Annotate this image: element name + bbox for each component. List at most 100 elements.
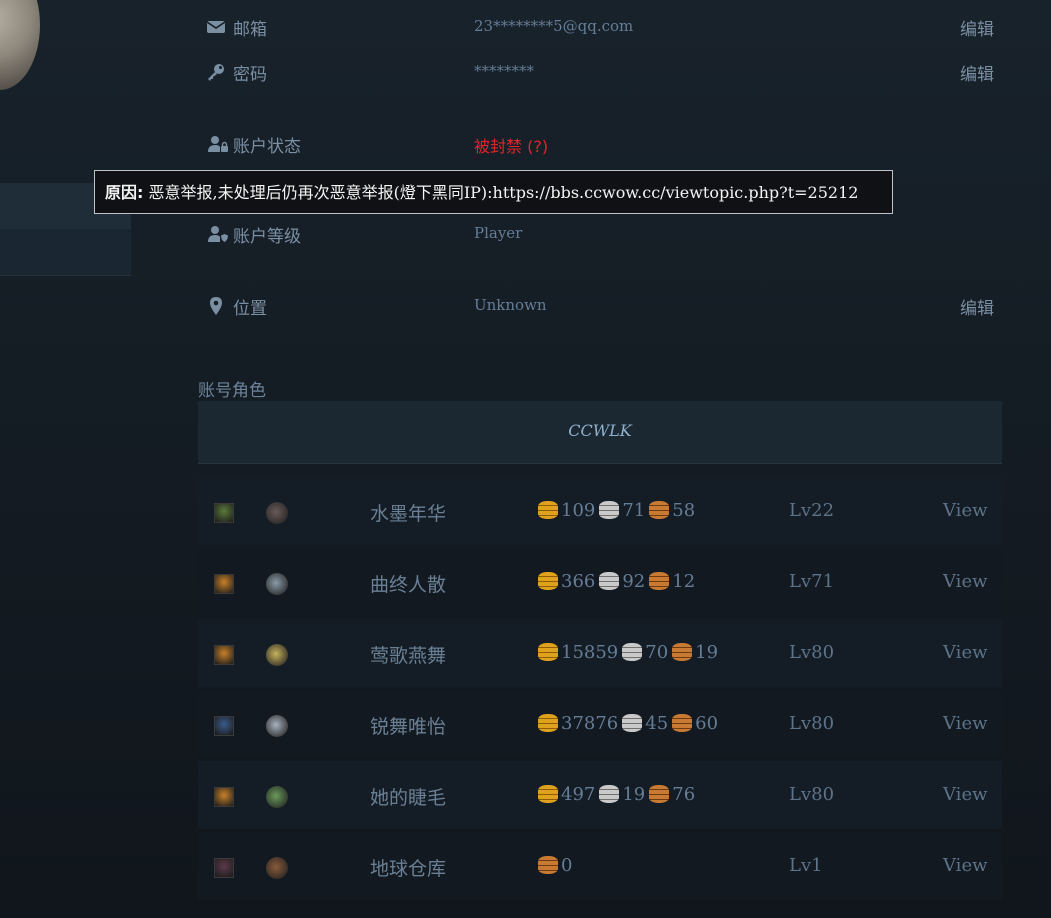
character-row: 她的睫毛 497 19 76 Lv80 View — [198, 761, 1002, 829]
account-level-row: 账户等级 Player — [198, 219, 998, 249]
gold-amount: 497 — [561, 784, 596, 805]
account-status-label: 账户状态 — [233, 137, 301, 157]
view-character-link[interactable]: View — [943, 855, 988, 876]
race-icon — [214, 716, 234, 736]
silver-coin-icon — [599, 501, 620, 519]
character-name: 曲终人散 — [370, 574, 447, 596]
view-character-link[interactable]: View — [943, 571, 988, 592]
view-character-link[interactable]: View — [943, 713, 988, 734]
gold-coin-icon — [538, 785, 558, 803]
gold-amount: 109 — [561, 500, 596, 521]
gold-amount: 15859 — [561, 642, 619, 663]
copper-coin-icon — [649, 572, 670, 590]
sidebar-tab[interactable] — [0, 229, 131, 276]
character-level: Lv80 — [789, 784, 835, 805]
location-row: 位置 Unknown 编辑 — [198, 291, 998, 321]
copper-amount: 19 — [695, 642, 719, 663]
silver-amount: 71 — [622, 500, 646, 521]
copper-coin-icon — [538, 856, 558, 874]
account-status-row: 账户状态 被封禁 (?) — [198, 129, 998, 159]
character-level: Lv80 — [789, 713, 835, 734]
location-label: 位置 — [233, 299, 267, 319]
location-value: Unknown — [474, 296, 547, 314]
character-name: 水墨年华 — [370, 503, 447, 525]
character-name: 她的睫毛 — [370, 787, 447, 809]
character-money: 37876 45 60 — [538, 713, 722, 734]
edit-location-button[interactable]: 编辑 — [960, 294, 994, 319]
view-character-link[interactable]: View — [943, 500, 988, 521]
tooltip-text: 恶意举报,未处理后仍再次恶意举报(燈下黑同IP):https://bbs.ccw… — [148, 183, 859, 202]
view-character-link[interactable]: View — [943, 642, 988, 663]
view-character-link[interactable]: View — [943, 784, 988, 805]
email-row: 邮箱 23********5@qq.com 编辑 — [198, 12, 998, 42]
copper-coin-icon — [672, 714, 693, 732]
gold-coin-icon — [538, 501, 558, 519]
email-value: 23********5@qq.com — [474, 17, 634, 35]
character-name: 锐舞唯怡 — [370, 716, 447, 738]
character-money: 15859 70 19 — [538, 642, 722, 663]
account-level-label: 账户等级 — [233, 227, 301, 247]
character-money: 109 71 58 — [538, 500, 699, 521]
class-icon — [266, 857, 288, 879]
copper-coin-icon — [672, 643, 693, 661]
character-level: Lv22 — [789, 500, 835, 521]
copper-coin-icon — [649, 785, 670, 803]
silver-coin-icon — [622, 714, 643, 732]
tooltip-prefix: 原因: — [105, 183, 144, 202]
character-level: Lv71 — [789, 571, 835, 592]
realm-tab[interactable]: CCWLK — [198, 401, 1002, 464]
silver-amount: 19 — [622, 784, 646, 805]
copper-amount: 58 — [672, 500, 696, 521]
user-lock-icon — [208, 136, 228, 152]
class-icon — [266, 644, 288, 666]
character-money: 366 92 12 — [538, 571, 699, 592]
user-shield-icon — [208, 226, 228, 242]
gold-coin-icon — [538, 572, 558, 590]
copper-amount: 12 — [672, 571, 696, 592]
characters-section-title: 账号角色 — [198, 381, 266, 401]
edit-email-button[interactable]: 编辑 — [960, 15, 994, 40]
character-money: 0 — [538, 855, 576, 876]
copper-amount: 76 — [672, 784, 696, 805]
race-icon — [214, 503, 234, 523]
silver-amount: 92 — [622, 571, 646, 592]
copper-amount: 0 — [561, 855, 573, 876]
account-status-value[interactable]: 被封禁 (?) — [474, 133, 548, 157]
character-level: Lv1 — [789, 855, 823, 876]
race-icon — [214, 574, 234, 594]
password-label: 密码 — [233, 65, 267, 85]
character-row: 地球仓库 0 Lv1 View — [198, 832, 1002, 900]
character-row: 锐舞唯怡 37876 45 60 Lv80 View — [198, 690, 1002, 758]
password-row: 密码 ******** 编辑 — [198, 57, 998, 87]
account-level-value: Player — [474, 224, 523, 242]
copper-coin-icon — [649, 501, 670, 519]
class-icon — [266, 573, 288, 595]
character-row: 莺歌燕舞 15859 70 19 Lv80 View — [198, 619, 1002, 687]
realm-tab-label: CCWLK — [568, 421, 632, 440]
class-icon — [266, 715, 288, 737]
character-level: Lv80 — [789, 642, 835, 663]
envelope-icon — [206, 21, 226, 33]
character-money: 497 19 76 — [538, 784, 699, 805]
gold-amount: 37876 — [561, 713, 619, 734]
class-icon — [266, 502, 288, 524]
map-marker-icon — [210, 297, 222, 315]
gold-amount: 366 — [561, 571, 596, 592]
silver-amount: 70 — [645, 642, 669, 663]
character-row: 曲终人散 366 92 12 Lv71 View — [198, 548, 1002, 616]
key-icon — [208, 64, 224, 81]
ban-reason-tooltip: 原因: 恶意举报,未处理后仍再次恶意举报(燈下黑同IP):https://bbs… — [94, 170, 893, 214]
character-name: 地球仓库 — [370, 858, 447, 880]
silver-coin-icon — [599, 572, 620, 590]
silver-amount: 45 — [645, 713, 669, 734]
edit-password-button[interactable]: 编辑 — [960, 60, 994, 85]
character-row: 水墨年华 109 71 58 Lv22 View — [198, 477, 1002, 545]
copper-amount: 60 — [695, 713, 719, 734]
silver-coin-icon — [599, 785, 620, 803]
character-name: 莺歌燕舞 — [370, 645, 447, 667]
race-icon — [214, 787, 234, 807]
email-label: 邮箱 — [233, 20, 267, 40]
class-icon — [266, 786, 288, 808]
silver-coin-icon — [622, 643, 643, 661]
gold-coin-icon — [538, 714, 558, 732]
